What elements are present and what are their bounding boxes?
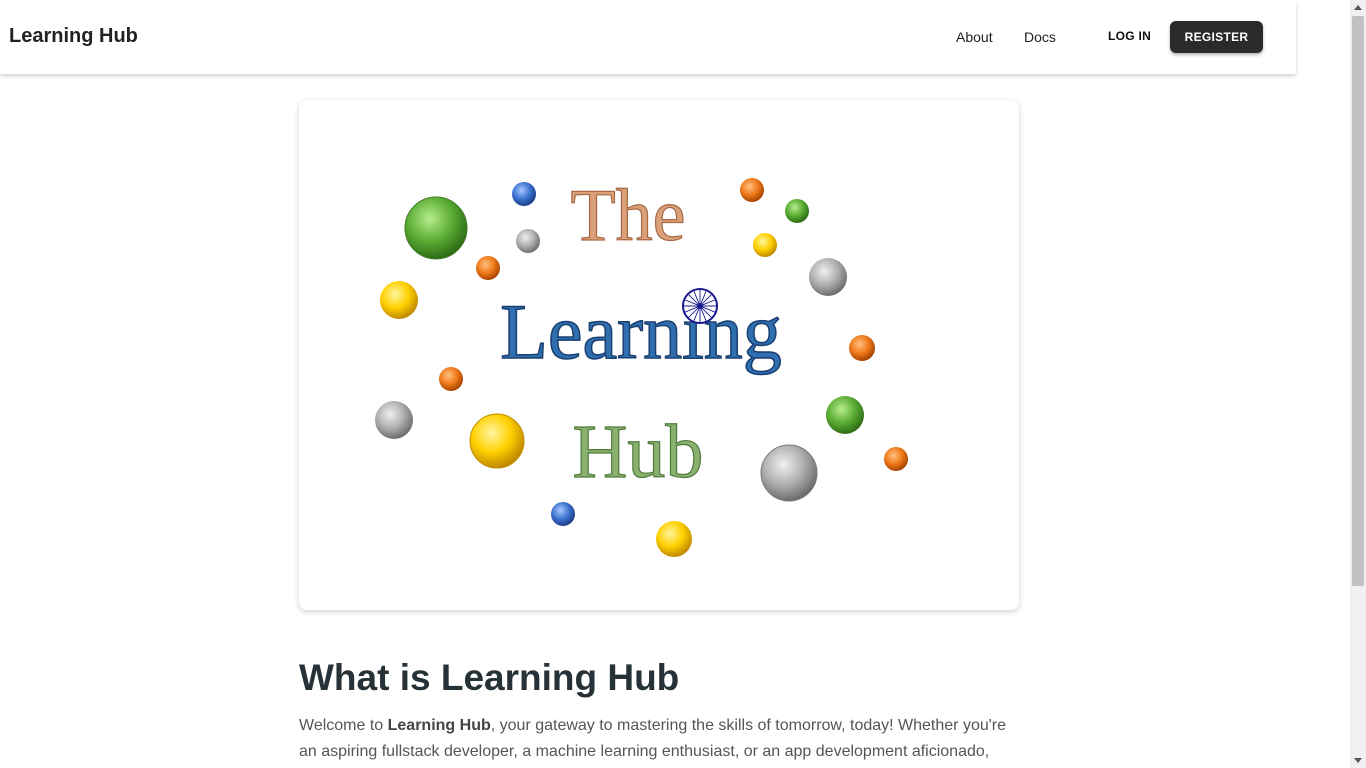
nav-link-about[interactable]: About <box>956 29 993 45</box>
logo-the: The <box>570 175 685 257</box>
intro-text-bold: Learning Hub <box>387 717 491 734</box>
register-button[interactable]: REGISTER <box>1170 21 1263 53</box>
scroll-up-icon[interactable] <box>1350 0 1366 16</box>
nav-link-docs[interactable]: Docs <box>1024 29 1056 45</box>
logo-hub: Hub <box>573 410 704 494</box>
intro-text-pre: Welcome to <box>299 717 388 734</box>
hero-image-card: The Learning Hub <box>299 100 1019 610</box>
login-button[interactable]: LOG IN <box>1108 29 1151 43</box>
page: Learning Hub About Docs LOG IN REGISTER <box>0 0 1366 768</box>
scroll-down-icon[interactable] <box>1350 752 1366 768</box>
section-title: What is Learning Hub <box>299 657 680 698</box>
vertical-scrollbar[interactable] <box>1350 0 1366 768</box>
hero-logo-image: The Learning Hub <box>375 174 908 557</box>
logo-learning: Learning <box>500 288 782 375</box>
top-nav-bar: Learning Hub About Docs LOG IN REGISTER <box>0 0 1296 74</box>
intro-paragraph: Welcome to Learning Hub, your gateway to… <box>299 713 1019 765</box>
ashoka-chakra-icon <box>682 288 718 324</box>
brand-title[interactable]: Learning Hub <box>9 25 138 48</box>
scrollbar-thumb[interactable] <box>1352 16 1364 586</box>
